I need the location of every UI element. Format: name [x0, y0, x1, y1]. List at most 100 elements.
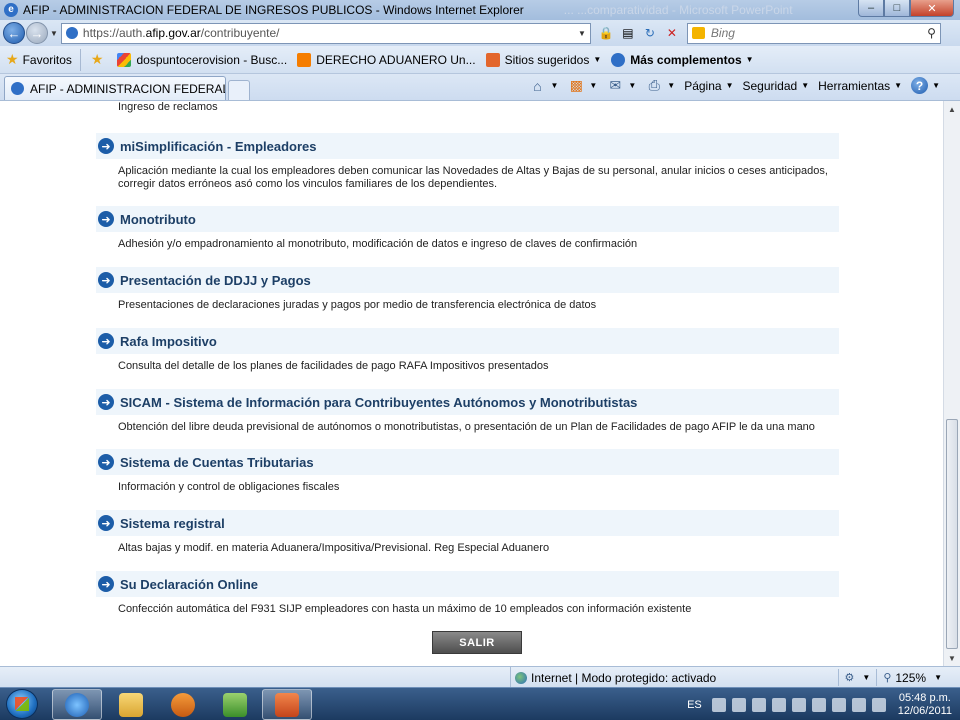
- service-link[interactable]: ➜ Su Declaración Online: [96, 571, 839, 597]
- service-link[interactable]: ➜ SICAM - Sistema de Información para Co…: [96, 389, 839, 415]
- service-link[interactable]: ➜ Sistema registral: [96, 510, 839, 536]
- chevron-down-icon: ▼: [801, 81, 810, 90]
- service-name[interactable]: SICAM - Sistema de Información para Cont…: [120, 395, 637, 410]
- chevron-down-icon[interactable]: ▼: [862, 673, 870, 682]
- service-name[interactable]: Rafa Impositivo: [120, 334, 217, 349]
- address-url[interactable]: https://auth.afip.gov.ar/contribuyente/: [83, 26, 574, 40]
- address-bar[interactable]: https://auth.afip.gov.ar/contribuyente/ …: [60, 22, 591, 44]
- stop-icon[interactable]: ✕: [661, 23, 683, 44]
- feeds-button[interactable]: ▩ ▼: [567, 77, 598, 94]
- google-icon: [117, 52, 132, 67]
- scroll-up-icon[interactable]: ▲: [944, 101, 960, 118]
- service-name[interactable]: Presentación de DDJJ y Pagos: [120, 273, 311, 288]
- search-box[interactable]: Bing ⚲: [686, 22, 941, 44]
- page-menu[interactable]: Página ▼: [684, 79, 733, 93]
- help-menu[interactable]: ? ▼: [911, 77, 940, 94]
- taskbar-powerpoint[interactable]: [262, 689, 312, 720]
- refresh-icon[interactable]: ↻: [639, 23, 661, 44]
- page-viewport[interactable]: Ingreso de reclamos ➜ miSimplificación -…: [0, 100, 960, 666]
- mail-button[interactable]: ✉ ▼: [606, 77, 637, 94]
- back-button[interactable]: ←: [3, 22, 25, 44]
- service-link[interactable]: ➜ Monotributo: [96, 206, 839, 232]
- antivirus-icon[interactable]: [811, 697, 826, 712]
- service-description: Consulta del detalle de los planes de fa…: [118, 360, 549, 372]
- flag-icon[interactable]: [831, 697, 846, 712]
- search-icon[interactable]: ⚲: [927, 26, 936, 40]
- taskbar-ie[interactable]: [52, 689, 102, 720]
- add-favorite-icon[interactable]: ★: [91, 51, 104, 68]
- display-icon[interactable]: [851, 697, 866, 712]
- service-name[interactable]: Su Declaración Online: [120, 577, 258, 592]
- service-name[interactable]: Sistema registral: [120, 516, 225, 531]
- tools-menu[interactable]: Herramientas ▼: [818, 79, 902, 93]
- history-dropdown-icon[interactable]: ▼: [50, 29, 58, 38]
- chevron-down-icon: ▼: [628, 81, 637, 90]
- vertical-scrollbar[interactable]: ▲ ▼: [943, 101, 960, 666]
- taskbar-explorer[interactable]: [106, 689, 156, 720]
- favorite-mas-complementos[interactable]: Más complementos ▼: [611, 52, 754, 67]
- salir-button[interactable]: SALIR: [432, 631, 522, 654]
- arrow-right-icon: ➜: [98, 333, 114, 349]
- print-button[interactable]: ⎙ ▼: [645, 77, 676, 94]
- security-zone[interactable]: Internet | Modo protegido: activado: [510, 667, 716, 688]
- service-link[interactable]: ➜ miSimplificación - Empleadores: [96, 133, 839, 159]
- scrollbar-thumb[interactable]: [946, 419, 958, 649]
- pen-icon[interactable]: [731, 697, 746, 712]
- favorite-derecho-aduanero[interactable]: DERECHO ADUANERO Un...: [297, 52, 476, 67]
- new-tab-button[interactable]: [228, 80, 250, 100]
- compatibility-view-icon[interactable]: ▤: [617, 23, 639, 44]
- ie-page-icon: [65, 27, 78, 39]
- taskbar-media-player[interactable]: [158, 689, 208, 720]
- language-indicator[interactable]: ES: [687, 699, 702, 711]
- address-toolbar: ← → ▼ https://auth.afip.gov.ar/contribuy…: [0, 20, 960, 46]
- maximize-button[interactable]: □: [884, 0, 910, 17]
- close-button[interactable]: ✕: [910, 0, 954, 17]
- window-title-bar[interactable]: e AFIP - ADMINISTRACION FEDERAL DE INGRE…: [0, 0, 960, 20]
- favorites-button[interactable]: ★ Favoritos: [6, 48, 81, 71]
- service-name[interactable]: Sistema de Cuentas Tributarias: [120, 455, 314, 470]
- zoom-dropdown-icon[interactable]: ▼: [934, 673, 942, 682]
- arrow-right-icon: ➜: [98, 454, 114, 470]
- service-description: Aplicación mediante la cual los empleado…: [118, 165, 828, 190]
- search-input[interactable]: Bing: [711, 26, 927, 40]
- network-icon[interactable]: [791, 697, 806, 712]
- service-link[interactable]: ➜ Rafa Impositivo: [96, 328, 839, 354]
- help-icon: ?: [911, 77, 929, 94]
- service-name[interactable]: Monotributo: [120, 212, 196, 227]
- arrow-right-icon: ➜: [98, 211, 114, 227]
- service-item: ➜ Su Declaración Online Confección autom…: [96, 571, 839, 616]
- service-link[interactable]: ➜ Presentación de DDJJ y Pagos: [96, 267, 839, 293]
- speaker-icon[interactable]: [871, 697, 886, 712]
- clock[interactable]: 05:48 p.m. 12/06/2011: [898, 692, 952, 718]
- notification-icon[interactable]: [751, 697, 766, 712]
- messenger-icon: [223, 692, 247, 717]
- forward-button[interactable]: →: [26, 22, 48, 44]
- security-menu[interactable]: Seguridad ▼: [742, 79, 809, 93]
- zoom-level[interactable]: 125%: [895, 671, 926, 685]
- previous-service-description: Ingreso de reclamos: [118, 101, 218, 113]
- scroll-down-icon[interactable]: ▼: [944, 650, 960, 666]
- bing-icon: [691, 27, 705, 39]
- chevron-down-icon: ▼: [593, 55, 602, 64]
- favorite-dospuntocerovision[interactable]: dospuntocerovision - Busc...: [117, 52, 287, 67]
- favorite-sitios-sugeridos[interactable]: Sitios sugeridos ▼: [485, 52, 602, 67]
- service-link[interactable]: ➜ Sistema de Cuentas Tributarias: [96, 449, 839, 475]
- service-name[interactable]: miSimplificación - Empleadores: [120, 139, 317, 154]
- arrow-right-icon: ➜: [98, 576, 114, 592]
- service-description: Obtención del libre deuda previsional de…: [118, 421, 815, 433]
- protected-mode-icon[interactable]: ⚙: [845, 671, 855, 684]
- favorites-bar: ★ Favoritos ★ dospuntocerovision - Busc.…: [0, 46, 960, 74]
- folder-icon: [119, 692, 143, 717]
- zoom-icon: ⚲: [883, 672, 892, 684]
- windows-taskbar: ES 05:48 p.m. 12/06/2011: [0, 687, 960, 720]
- home-button[interactable]: ⌂ ▼: [529, 78, 558, 94]
- service-item: ➜ Monotributo Adhesión y/o empadronamien…: [96, 206, 839, 251]
- keyboard-icon[interactable]: [711, 697, 726, 712]
- address-dropdown-icon[interactable]: ▼: [578, 29, 586, 38]
- minimize-button[interactable]: –: [858, 0, 884, 17]
- volume-icon[interactable]: [771, 697, 786, 712]
- taskbar-messenger[interactable]: [210, 689, 260, 720]
- tab-afip[interactable]: AFIP - ADMINISTRACION FEDERAL D...: [4, 76, 226, 100]
- rss-icon: ▩: [569, 77, 584, 93]
- lock-icon[interactable]: 🔒: [595, 23, 617, 44]
